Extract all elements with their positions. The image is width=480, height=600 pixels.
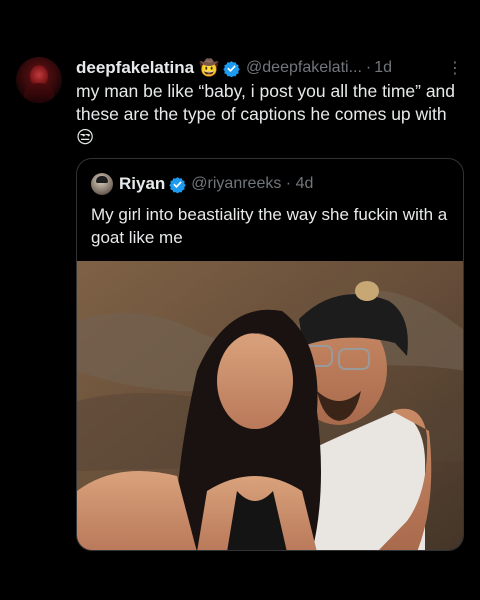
quoted-tweet[interactable]: Riyan @riyanreeks · 4d My girl into beas… (76, 158, 464, 551)
quoted-tweet-header: Riyan @riyanreeks · 4d (91, 173, 313, 195)
separator-dot: · (365, 59, 372, 76)
quoted-handle-time[interactable]: @riyanreeks · 4d (191, 175, 313, 193)
quoted-author-avatar[interactable] (91, 173, 113, 195)
quoted-tweet-text: My girl into beastiality the way she fuc… (91, 205, 448, 247)
cowboy-emoji-icon: 🤠 (199, 60, 220, 77)
author-handle[interactable]: @deepfakelati... (246, 59, 362, 77)
more-options-icon[interactable]: ⋮ (447, 58, 463, 78)
author-avatar[interactable] (16, 57, 62, 103)
quoted-tweet-photo[interactable] (77, 261, 464, 551)
author-name[interactable]: deepfakelatina (76, 58, 194, 78)
tweet-timestamp[interactable]: 1d (374, 59, 392, 77)
tweet-text: my man be like “baby, i post you all the… (76, 81, 456, 147)
tweet-header: deepfakelatina 🤠 @deepfakelati... · 1d (76, 56, 466, 80)
quoted-author-name[interactable]: Riyan (119, 174, 165, 194)
quoted-verified-badge-icon (169, 176, 187, 193)
verified-badge-icon (223, 60, 240, 77)
tweet[interactable]: deepfakelatina 🤠 @deepfakelati... · 1d ⋮… (0, 0, 480, 600)
